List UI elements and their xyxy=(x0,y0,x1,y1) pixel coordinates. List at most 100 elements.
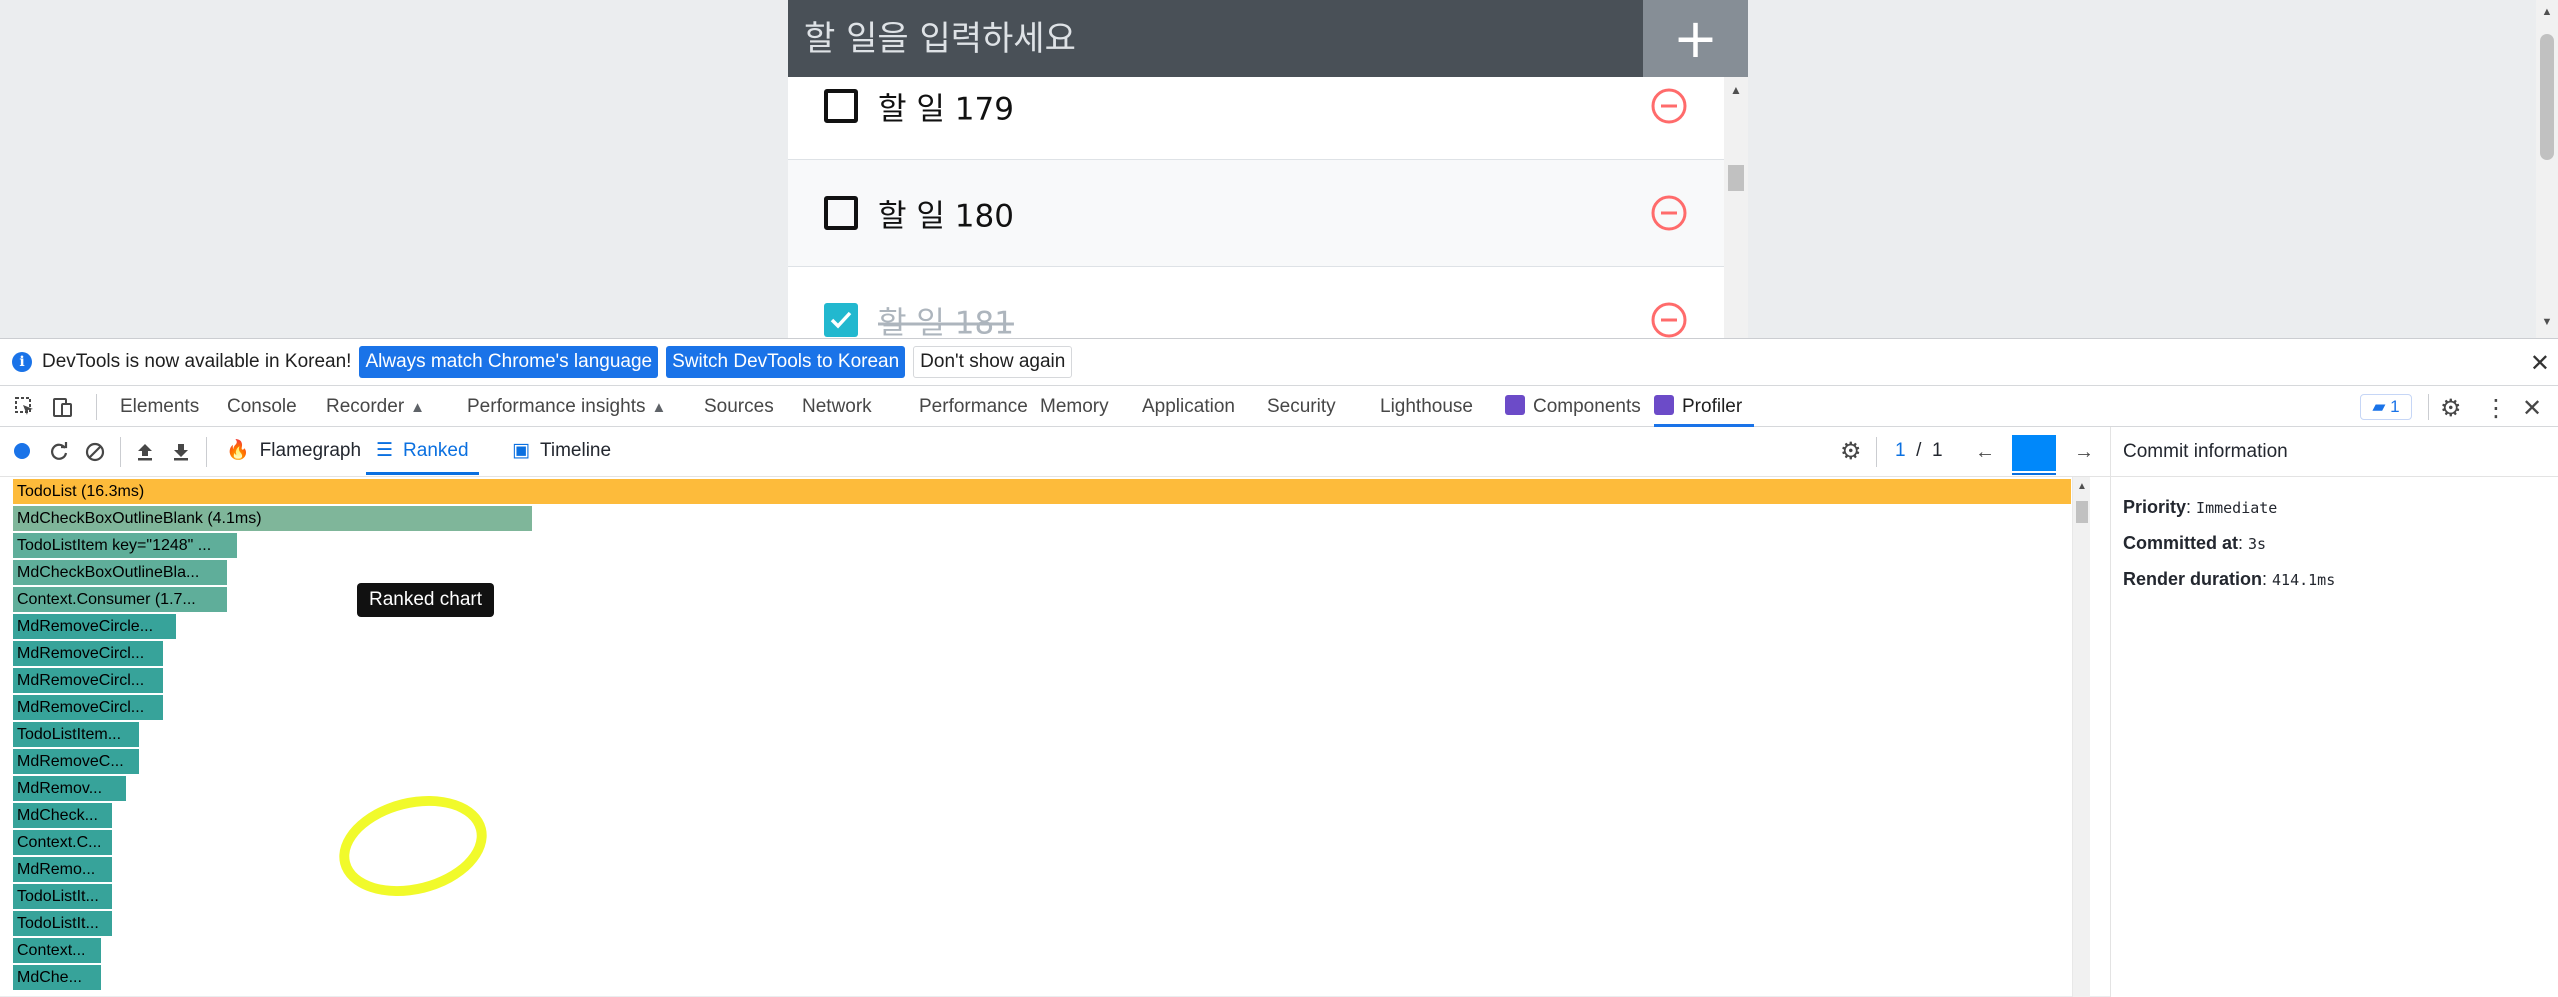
inspect-element-icon[interactable] xyxy=(14,396,36,418)
ranked-bar[interactable]: MdRemoveCircl... xyxy=(13,668,163,693)
commit-bar[interactable] xyxy=(2012,435,2056,471)
render-duration-value: 414.1ms xyxy=(2272,571,2336,589)
priority-label: Priority xyxy=(2123,497,2187,517)
ranked-bar[interactable]: MdCheckBoxOutlineBla... xyxy=(13,560,227,585)
scrollbar-thumb[interactable] xyxy=(1728,165,1744,191)
todo-list-scrollbar[interactable]: ▲ xyxy=(1724,77,1748,338)
close-devtools-icon[interactable]: ✕ xyxy=(2522,394,2542,423)
tab-ranked[interactable]: ☰ Ranked xyxy=(366,427,479,475)
ranked-bar[interactable]: Context.C... xyxy=(13,830,112,855)
tab-profiler-label: Profiler xyxy=(1682,396,1743,417)
ranked-bar[interactable]: MdRemoveC... xyxy=(13,749,139,774)
ranked-bar[interactable]: MdRemoveCircle... xyxy=(13,614,176,639)
issues-badge[interactable]: ▰ 1 xyxy=(2360,394,2412,420)
device-toolbar-icon[interactable] xyxy=(52,396,74,418)
language-infobar: i DevTools is now available in Korean! A… xyxy=(0,339,2558,386)
tab-performance[interactable]: Performance xyxy=(919,386,1028,427)
tab-sources[interactable]: Sources xyxy=(704,386,774,427)
tab-performance-insights[interactable]: Performance insights ▲ xyxy=(467,386,666,427)
tab-components[interactable]: Components xyxy=(1505,386,1641,427)
dont-show-again-button[interactable]: Don't show again xyxy=(913,346,1073,378)
tab-network[interactable]: Network xyxy=(802,386,872,427)
scrollbar-thumb[interactable] xyxy=(2076,501,2088,523)
ranked-bar[interactable]: MdChe... xyxy=(13,965,101,990)
tab-application[interactable]: Application xyxy=(1142,386,1235,427)
ranked-bar[interactable]: TodoList (16.3ms) xyxy=(13,479,2071,504)
tab-timeline-label: Timeline xyxy=(539,440,612,461)
react-devtools-icon xyxy=(1654,395,1674,415)
ranked-bar[interactable]: TodoListIt... xyxy=(13,911,112,936)
todo-text[interactable]: 할 일 179 xyxy=(878,84,1014,129)
switch-language-button[interactable]: Switch DevTools to Korean xyxy=(666,346,906,378)
tab-flamegraph[interactable]: 🔥 Flamegraph xyxy=(226,427,361,475)
commit-selector[interactable] xyxy=(2012,435,2056,475)
committed-at-value: 3s xyxy=(2248,535,2267,553)
remove-circle-icon[interactable] xyxy=(1650,194,1688,232)
tab-timeline[interactable]: ▣ Timeline xyxy=(512,427,611,475)
tab-lighthouse[interactable]: Lighthouse xyxy=(1380,386,1473,427)
devtools-tabbar: Elements Console Recorder ▲ Performance i… xyxy=(0,386,2558,427)
ranked-bar[interactable]: TodoListIt... xyxy=(13,884,112,909)
committed-at-label: Committed at xyxy=(2123,533,2239,553)
remove-circle-icon[interactable] xyxy=(1650,301,1688,338)
more-options-icon[interactable]: ⋮ xyxy=(2484,394,2508,423)
close-icon[interactable]: ✕ xyxy=(2530,349,2550,378)
load-profile-icon[interactable] xyxy=(134,441,156,463)
ranked-bar[interactable]: MdCheckBoxOutlineBlank (4.1ms) xyxy=(13,506,532,531)
app-viewport: + 할 일 179 할 일 180 할 일 181 ▲ ▲ ▼ xyxy=(0,0,2558,338)
tab-profiler[interactable]: Profiler xyxy=(1654,386,1755,427)
scrollbar-thumb[interactable] xyxy=(2540,34,2554,160)
scroll-down-arrow-icon[interactable]: ▼ xyxy=(2536,316,2558,328)
todo-input[interactable] xyxy=(788,0,1643,77)
todo-list: 할 일 179 할 일 180 할 일 181 xyxy=(788,77,1724,338)
todo-text[interactable]: 할 일 180 xyxy=(878,191,1014,236)
tab-console[interactable]: Console xyxy=(227,386,297,427)
ranked-bar[interactable]: MdRemov... xyxy=(13,776,126,801)
ranked-bar[interactable]: Context... xyxy=(13,938,101,963)
profiler-toolbar: 🔥 Flamegraph ☰ Ranked ▣ Timeline ⚙ 1 / 1 ← … xyxy=(0,427,2110,477)
clear-icon[interactable] xyxy=(84,441,106,463)
render-duration-label: Render duration xyxy=(2123,569,2263,589)
ranked-bar[interactable]: TodoListItem key="1248" ... xyxy=(13,533,237,558)
infobar-message: DevTools is now available in Korean! xyxy=(42,351,352,372)
commit-current: 1 xyxy=(1895,440,1906,461)
match-language-button[interactable]: Always match Chrome's language xyxy=(359,346,659,378)
ranked-bar[interactable]: MdRemoveCircl... xyxy=(13,641,163,666)
ranked-bar[interactable]: MdCheck... xyxy=(13,803,112,828)
reload-and-profile-icon[interactable] xyxy=(48,441,70,463)
tab-elements[interactable]: Elements xyxy=(120,386,199,427)
scroll-up-arrow-icon[interactable]: ▲ xyxy=(1724,83,1748,97)
priority-value: Immediate xyxy=(2196,499,2278,517)
todo-text[interactable]: 할 일 181 xyxy=(878,298,1014,339)
tab-components-label: Components xyxy=(1533,396,1641,417)
ranked-bar[interactable]: MdRemo... xyxy=(13,857,112,882)
next-commit-arrow-icon[interactable]: → xyxy=(2074,441,2096,463)
todo-item: 할 일 179 xyxy=(788,77,1724,160)
save-profile-icon[interactable] xyxy=(170,441,192,463)
tab-ranked-label: Ranked xyxy=(403,440,469,461)
profiler-settings-gear-icon[interactable]: ⚙ xyxy=(1840,437,1862,465)
tab-security[interactable]: Security xyxy=(1267,386,1336,427)
commit-render-duration: Render duration: 414.1ms xyxy=(2123,569,2336,589)
ranked-bar[interactable]: MdRemoveCircl... xyxy=(13,695,163,720)
previous-commit-arrow-icon[interactable]: ← xyxy=(1975,441,1997,463)
commit-navigation: 1 / 1 xyxy=(1895,440,1943,462)
commit-separator: / xyxy=(1916,440,1922,461)
scroll-up-arrow-icon[interactable]: ▲ xyxy=(2536,6,2558,18)
ranked-chart-scrollbar[interactable]: ▲ xyxy=(2072,477,2090,997)
scroll-up-arrow-icon[interactable]: ▲ xyxy=(2073,481,2091,492)
add-todo-button[interactable]: + xyxy=(1643,0,1748,77)
record-icon[interactable] xyxy=(14,443,30,459)
page-scrollbar[interactable]: ▲ ▼ xyxy=(2536,0,2558,338)
tab-memory[interactable]: Memory xyxy=(1040,386,1109,427)
ranked-bar[interactable]: TodoListItem... xyxy=(13,722,139,747)
tab-flamegraph-label: Flamegraph xyxy=(259,440,362,461)
checkbox-checked-icon[interactable] xyxy=(824,303,858,337)
remove-circle-icon[interactable] xyxy=(1650,87,1688,125)
calendar-icon: ▣ xyxy=(512,440,530,461)
checkbox-unchecked-icon[interactable] xyxy=(824,89,858,123)
settings-gear-icon[interactable]: ⚙ xyxy=(2440,394,2462,423)
checkbox-unchecked-icon[interactable] xyxy=(824,196,858,230)
ranked-bar[interactable]: Context.Consumer (1.7... xyxy=(13,587,227,612)
tab-recorder[interactable]: Recorder ▲ xyxy=(326,386,425,427)
